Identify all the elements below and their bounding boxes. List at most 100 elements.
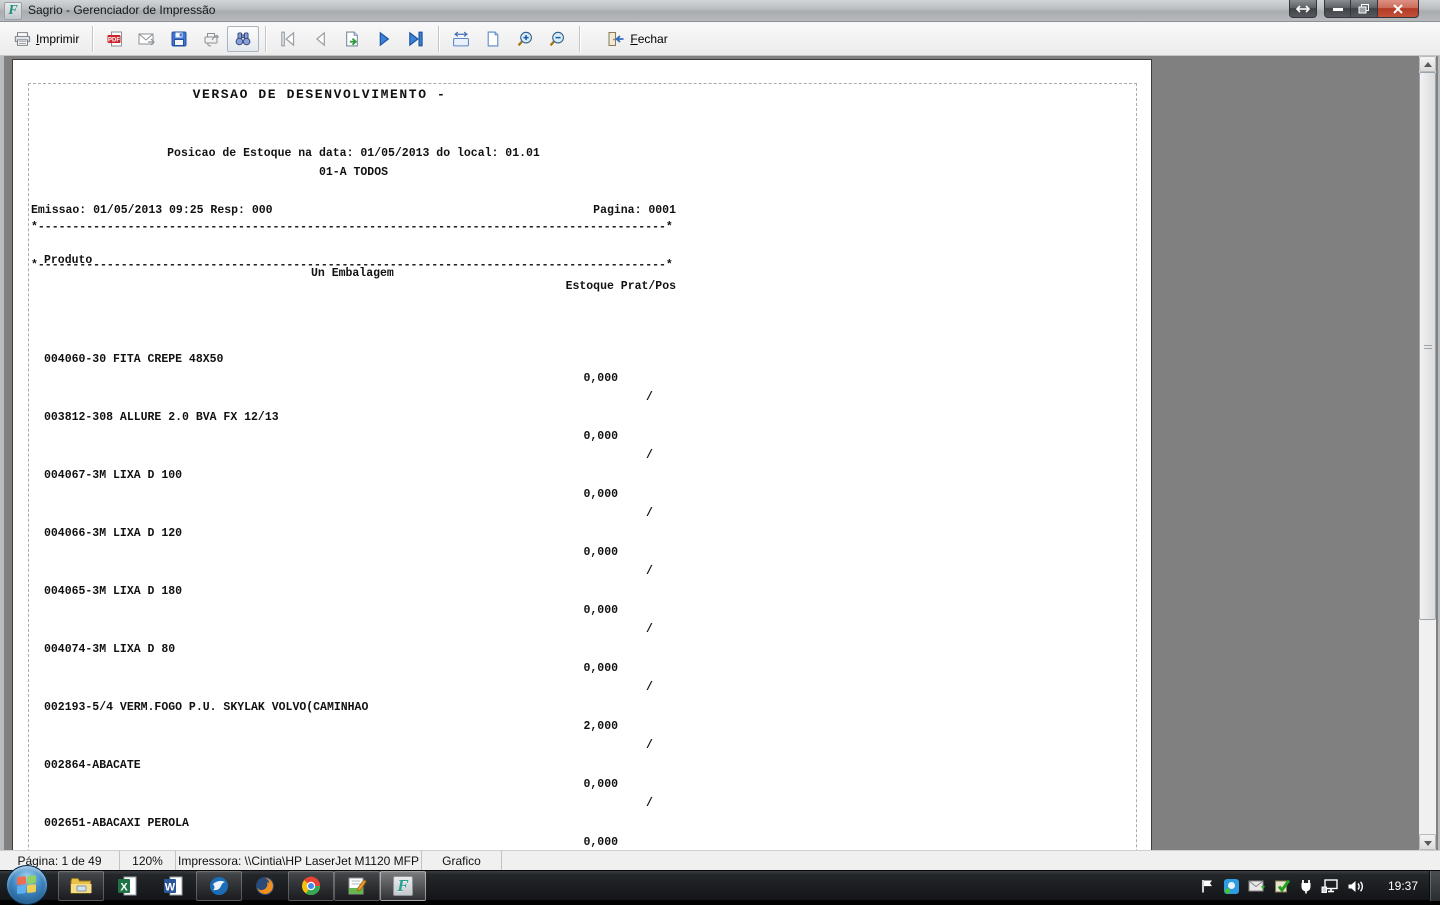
volume-icon[interactable] bbox=[1347, 879, 1364, 894]
chrome-icon bbox=[302, 876, 321, 896]
save-button[interactable] bbox=[163, 26, 195, 52]
windows-flag-icon bbox=[17, 875, 37, 895]
app-window: F Sagrio - Gerenciador de Impressão Impr… bbox=[0, 0, 1440, 870]
floppy-disk-icon bbox=[171, 31, 187, 46]
cell-estoque: 0,000 bbox=[583, 836, 618, 849]
cell-estoque: 0,000 bbox=[583, 604, 618, 617]
table-row: 002651-ABACAXI PEROLA 0,000 / bbox=[31, 795, 676, 849]
report-separator: *---------------------------------------… bbox=[31, 221, 673, 234]
search-button[interactable] bbox=[227, 25, 260, 52]
sagrio-app-icon: F bbox=[393, 876, 413, 896]
binoculars-icon bbox=[235, 32, 251, 45]
toolbar-separator bbox=[265, 25, 267, 52]
fit-width-icon bbox=[453, 31, 470, 46]
fechar-button[interactable]: Fechar bbox=[600, 26, 674, 52]
report-page: VERSAO DE DESENVOLVIMENTO - Posicao de E… bbox=[12, 59, 1152, 850]
report-column-headers: Produto Un Embalagem Estoque Prat/Pos bbox=[31, 241, 676, 293]
printer-icon bbox=[14, 31, 31, 46]
goto-page-button[interactable] bbox=[336, 26, 368, 52]
export-pdf-button[interactable]: PDF bbox=[99, 26, 131, 52]
report-dev-banner: VERSAO DE DESENVOLVIMENTO - bbox=[192, 87, 447, 102]
printer-setup-button[interactable] bbox=[195, 26, 227, 52]
svg-text:X: X bbox=[120, 882, 128, 894]
report-meta-row: Emissao: 01/05/2013 09:25 Resp: 000 Pagi… bbox=[31, 204, 676, 217]
vertical-scrollbar[interactable] bbox=[1419, 56, 1436, 850]
restore-button[interactable] bbox=[1351, 0, 1377, 18]
taskbar-editor-button[interactable] bbox=[334, 871, 380, 901]
app-logo-icon: F bbox=[4, 2, 22, 20]
cell-produto: 003812-308 ALLURE 2.0 BVA FX 12/13 bbox=[44, 411, 279, 424]
goto-page-icon bbox=[346, 31, 359, 46]
toolbar-separator bbox=[92, 25, 94, 52]
taskbar-clock[interactable]: 19:37 bbox=[1372, 879, 1428, 893]
word-icon: W bbox=[164, 876, 183, 896]
cell-estoque: 0,000 bbox=[583, 488, 618, 501]
start-button[interactable] bbox=[6, 865, 48, 905]
next-page-button[interactable] bbox=[368, 26, 400, 52]
zoom-out-button[interactable] bbox=[541, 26, 573, 52]
envelope-icon bbox=[138, 33, 156, 45]
system-tray: 19:37 bbox=[1200, 871, 1428, 901]
show-desktop-button[interactable] bbox=[1429, 871, 1440, 901]
taskbar-word-button[interactable]: W bbox=[150, 871, 196, 901]
printer-arrow-icon bbox=[204, 32, 220, 46]
svg-text:PDF: PDF bbox=[108, 37, 120, 43]
taskbar-apps: X W F bbox=[58, 871, 426, 901]
table-row: 004067-3M LIXA D 100 0,000 / bbox=[31, 447, 676, 520]
zoom-in-button[interactable] bbox=[509, 26, 541, 52]
double-arrow-icon bbox=[1296, 4, 1310, 13]
network-icon[interactable] bbox=[1321, 878, 1339, 894]
report-subtitle: Posicao de Estoque na data: 01/05/2013 d… bbox=[167, 147, 540, 160]
svg-text:W: W bbox=[165, 882, 176, 894]
close-button[interactable] bbox=[1377, 0, 1419, 18]
taskbar-explorer-button[interactable] bbox=[58, 871, 104, 901]
last-page-button[interactable] bbox=[400, 26, 432, 52]
imprimir-button[interactable]: Imprimir bbox=[6, 26, 86, 52]
scroll-down-button[interactable] bbox=[1419, 834, 1436, 850]
cell-estoque: 0,000 bbox=[583, 778, 618, 791]
excel-icon: X bbox=[118, 876, 137, 896]
folder-icon bbox=[70, 878, 92, 894]
notes-editor-icon bbox=[348, 877, 367, 895]
action-center-flag-icon[interactable] bbox=[1200, 878, 1215, 894]
minimize-icon bbox=[1332, 7, 1343, 11]
status-mode: Grafico bbox=[422, 851, 502, 870]
restore-icon bbox=[1358, 3, 1369, 13]
resize-width-button[interactable] bbox=[1289, 0, 1317, 18]
toolbar-separator bbox=[438, 25, 440, 52]
table-row: 002864-ABACATE 0,000 / bbox=[31, 737, 676, 810]
taskbar-thunderbird-button[interactable] bbox=[196, 871, 242, 901]
power-plug-icon[interactable] bbox=[1299, 878, 1313, 894]
last-page-icon bbox=[409, 31, 423, 46]
fechar-label: Fechar bbox=[630, 31, 668, 46]
scroll-up-button[interactable] bbox=[1419, 56, 1436, 72]
full-page-button[interactable] bbox=[477, 26, 509, 52]
messenger-icon[interactable] bbox=[1223, 878, 1240, 895]
table-row: 004066-3M LIXA D 120 0,000 / bbox=[31, 505, 676, 578]
taskbar-firefox-button[interactable] bbox=[242, 871, 288, 901]
taskbar-chrome-button[interactable] bbox=[288, 871, 334, 901]
taskbar-sagrio-button[interactable]: F bbox=[380, 871, 426, 901]
minimize-button[interactable] bbox=[1324, 0, 1351, 18]
fit-width-button[interactable] bbox=[445, 26, 477, 52]
cell-estoque: 0,000 bbox=[583, 372, 618, 385]
close-icon bbox=[1393, 3, 1403, 14]
title-bar: F Sagrio - Gerenciador de Impressão bbox=[0, 0, 1440, 22]
status-printer: Impressora: \\Cintia\HP LaserJet M1120 M… bbox=[176, 851, 422, 870]
send-email-button[interactable] bbox=[131, 26, 163, 52]
scrollbar-thumb[interactable] bbox=[1419, 72, 1436, 620]
update-check-icon[interactable] bbox=[1274, 878, 1291, 894]
report-content: VERSAO DE DESENVOLVIMENTO - Posicao de E… bbox=[31, 60, 676, 849]
report-separator: *---------------------------------------… bbox=[31, 259, 673, 272]
taskbar-excel-button[interactable]: X bbox=[104, 871, 150, 901]
table-row: 003812-308 ALLURE 2.0 BVA FX 12/13 0,000… bbox=[31, 389, 676, 462]
report-scope: 01-A TODOS bbox=[318, 166, 388, 179]
mail-notification-icon[interactable] bbox=[1248, 879, 1266, 894]
first-page-button[interactable] bbox=[272, 26, 304, 52]
cell-produto: 004060-30 FITA CREPE 48X50 bbox=[44, 353, 224, 366]
imprimir-label: Imprimir bbox=[36, 31, 80, 46]
previous-page-button[interactable] bbox=[304, 26, 336, 52]
cell-produto: 002651-ABACAXI PEROLA bbox=[44, 817, 189, 830]
zoom-in-icon bbox=[518, 31, 533, 46]
cell-produto: 002864-ABACATE bbox=[44, 759, 141, 772]
